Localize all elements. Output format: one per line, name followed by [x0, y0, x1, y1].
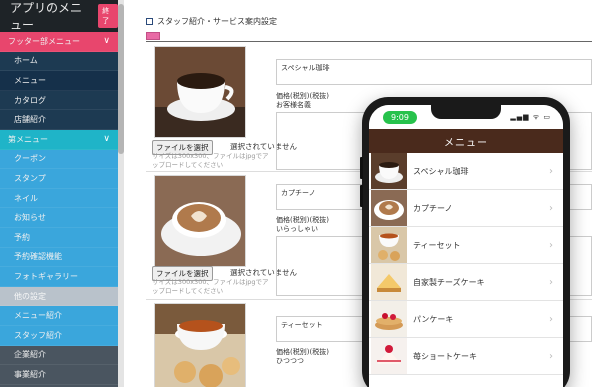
sidebar-item-label: お知らせ — [14, 213, 46, 223]
phone-menu-item[interactable]: ティーセット › — [369, 227, 563, 264]
phone-volume-button — [360, 157, 363, 179]
sidebar-item-label: 企業紹介 — [14, 350, 46, 360]
page-title: スタッフ紹介・サービス案内設定 — [146, 16, 277, 27]
price-value[interactable]: お客様名義 — [276, 101, 311, 110]
phone-menu-item-label: 苺ショートケーキ — [413, 351, 477, 361]
sidebar-item-label: 予約確認機能 — [14, 252, 62, 262]
sidebar-item-label: フッター部メニュー — [8, 36, 80, 46]
sidebar-item[interactable]: 予約 — [0, 227, 118, 248]
phone-menu-item[interactable]: パンケーキ › — [369, 301, 563, 338]
cappuccino-photo — [154, 175, 246, 267]
tea-set-photo — [154, 303, 246, 387]
cheesecake-thumbnail — [371, 264, 407, 300]
sidebar-item[interactable]: お知らせ — [0, 208, 118, 228]
sidebar-item-label: 事業紹介 — [14, 369, 46, 379]
sidebar-item[interactable]: スタッフ紹介 — [0, 325, 118, 346]
phone-menu-item[interactable]: カプチーノ › — [369, 190, 563, 227]
phone-menu-item[interactable]: 自家製チーズケーキ › — [369, 264, 563, 301]
sidebar-item[interactable]: 企業紹介 — [0, 345, 118, 366]
sidebar-item-label: フォトギャラリー — [14, 271, 78, 281]
phone-menu-item[interactable]: スペシャル珈琲 › — [369, 153, 563, 190]
chevron-right-icon: › — [549, 239, 553, 251]
phone-app-header: メニュー — [369, 129, 563, 153]
sidebar-item-label: スタッフ紹介 — [14, 330, 62, 340]
chevron-down-icon: ∨ — [103, 36, 110, 47]
exit-badge[interactable]: 終了 — [98, 4, 118, 28]
add-button[interactable] — [146, 32, 160, 40]
sidebar-item[interactable]: 第メニュー ∨ — [0, 129, 118, 150]
sidebar-title: アプリのメニュー — [10, 1, 83, 32]
sidebar-item[interactable]: 予約確認機能 — [0, 247, 118, 268]
sidebar-item[interactable]: メニュー紹介 — [0, 306, 118, 326]
name-input[interactable]: スペシャル珈琲 — [276, 59, 592, 85]
sidebar-item-label: ネイル — [14, 193, 38, 203]
sidebar-item-label: スタンプ — [14, 173, 46, 183]
sidebar: アプリのメニュー 終了 フッター部メニュー ∨ ホームメニューカタログ店舗紹介第メニ… — [0, 0, 118, 387]
sidebar-item[interactable]: フッター部メニュー ∨ — [0, 32, 118, 52]
sidebar-item-label: 第メニュー — [8, 134, 48, 144]
price-label: 価格(税別)(税抜) — [276, 92, 329, 100]
chevron-right-icon: › — [549, 350, 553, 362]
sidebar-item-label: メニュー — [14, 75, 46, 85]
phone-menu-item-label: 自家製チーズケーキ — [413, 277, 485, 287]
page-title-text: スタッフ紹介・サービス案内設定 — [157, 17, 277, 26]
chevron-right-icon: › — [549, 165, 553, 177]
signal-wifi-battery-icon: ▂▄▆ ᯤ ▭ — [510, 112, 551, 121]
sidebar-item[interactable]: 他の設定 — [0, 286, 118, 307]
coffee-cup-thumbnail — [371, 153, 407, 189]
sidebar-item[interactable]: クーポン — [0, 149, 118, 170]
sidebar-item[interactable]: ホーム — [0, 51, 118, 72]
phone-menu-item-label: カプチーノ — [413, 203, 453, 213]
sidebar-item-label: クーポン — [14, 154, 46, 164]
phone-menu-item-label: ティーセット — [413, 240, 461, 250]
chevron-right-icon: › — [549, 313, 553, 325]
phone-screen: 9:09 ▂▄▆ ᯤ ▭ メニュー スペシャル珈琲 › カプチーノ › ティーセット › 自… — [369, 105, 563, 387]
checkbox-icon — [146, 18, 153, 25]
chevron-right-icon: › — [549, 202, 553, 214]
divider — [146, 41, 592, 42]
help-text: サイズは300x300、ファイルはjpgでアップロードしてください — [152, 278, 269, 295]
price-value[interactable]: いらっしゃい — [276, 225, 318, 234]
chevron-right-icon: › — [549, 276, 553, 288]
phone-preview: 9:09 ▂▄▆ ᯤ ▭ メニュー スペシャル珈琲 › カプチーノ › ティーセット › 自… — [360, 97, 570, 387]
chevron-down-icon: ∨ — [103, 134, 110, 145]
pancake-thumbnail — [371, 301, 407, 337]
sidebar-item-label: ホーム — [14, 56, 38, 66]
price-label: 価格(税別)(税抜) — [276, 348, 329, 356]
sidebar-item[interactable]: 事業紹介 — [0, 365, 118, 385]
sidebar-item-label: カタログ — [14, 95, 46, 105]
sidebar-header: アプリのメニュー 終了 — [0, 0, 118, 32]
sidebar-item-label: 他の設定 — [14, 291, 46, 301]
phone-menu-item[interactable]: 苺ショートケーキ › — [369, 338, 563, 375]
tea-set-thumbnail — [371, 227, 407, 263]
sidebar-item[interactable]: メニュー — [0, 71, 118, 91]
phone-menu-list: スペシャル珈琲 › カプチーノ › ティーセット › 自家製チーズケーキ › パンケーキ › 苺ショ… — [369, 153, 563, 375]
price-value[interactable]: ひつつつ — [276, 357, 304, 366]
coffee-photo — [154, 46, 246, 138]
cappuccino-thumbnail — [371, 190, 407, 226]
phone-volume-button — [360, 185, 363, 207]
sidebar-item[interactable]: 店舗紹介 — [0, 110, 118, 130]
sidebar-item[interactable]: スタンプ — [0, 169, 118, 189]
sidebar-item-label: メニュー紹介 — [14, 311, 62, 321]
sidebar-item[interactable]: カタログ — [0, 90, 118, 111]
sidebar-item-label: 店舗紹介 — [14, 115, 46, 125]
sidebar-item[interactable]: ネイル — [0, 188, 118, 209]
strawberry-cake-thumbnail — [371, 338, 407, 374]
phone-menu-item-label: パンケーキ — [413, 314, 454, 324]
sidebar-menu: フッター部メニュー ∨ ホームメニューカタログ店舗紹介第メニュー ∨ クーポンスタンプネ… — [0, 32, 118, 387]
phone-menu-item-label: スペシャル珈琲 — [413, 166, 469, 176]
phone-notch — [431, 105, 501, 119]
help-text: サイズは300x300、ファイルはjpgでアップロードしてください — [152, 152, 269, 169]
price-label: 価格(税別)(税抜) — [276, 216, 329, 224]
sidebar-item-label: 予約 — [14, 232, 30, 242]
sidebar-item[interactable]: フォトギャラリー — [0, 267, 118, 287]
app-window: アプリのメニュー 終了 フッター部メニュー ∨ ホーム メニュー カタログ 店舗紹介 第メニ… — [0, 0, 592, 387]
phone-time: 9:09 — [383, 110, 417, 124]
